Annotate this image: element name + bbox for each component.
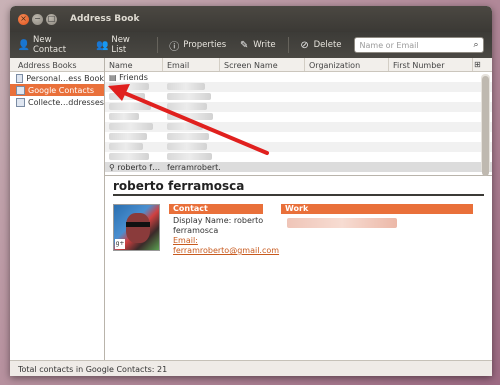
column-first-number[interactable]: First Number	[389, 58, 473, 71]
content-area: Address Books Personal…ess Book Google C…	[10, 58, 492, 360]
new-list-icon: 👥	[96, 39, 109, 51]
contact-section-body: Display Name: roberto ferramosca Email: …	[173, 216, 279, 256]
display-name-line2: ferramosca	[173, 226, 219, 235]
list-item[interactable]	[105, 102, 492, 112]
list-item[interactable]	[105, 132, 492, 142]
address-book-icon	[16, 85, 25, 95]
properties-label: Properties	[183, 40, 227, 50]
maximize-window-icon[interactable]: □	[46, 13, 57, 25]
delete-icon: ⊘	[300, 39, 309, 51]
list-scrollbar[interactable]	[481, 74, 490, 176]
delete-button[interactable]: ⊘ Delete	[299, 39, 342, 51]
column-headers: Name Email Screen Name Organization Firs…	[105, 58, 492, 72]
properties-button[interactable]: ⓘ Properties	[168, 39, 227, 53]
title-bar: × − □ Address Book	[10, 6, 492, 32]
main-pane: Name Email Screen Name Organization Firs…	[105, 58, 492, 360]
column-name[interactable]: Name	[105, 58, 163, 71]
status-bar: Total contacts in Google Contacts: 21	[10, 360, 492, 376]
delete-label: Delete	[313, 40, 342, 50]
google-plus-icon: g+	[115, 239, 125, 249]
toolbar-separator	[287, 37, 289, 53]
friends-row-label: Friends	[119, 72, 148, 82]
sidebar-item-personal[interactable]: Personal…ess Book	[10, 72, 104, 84]
column-picker-icon[interactable]: ⊞	[473, 58, 483, 71]
contact-icon: ⚲	[109, 162, 115, 172]
column-email[interactable]: Email	[163, 58, 220, 71]
address-books-sidebar: Address Books Personal…ess Book Google C…	[10, 58, 105, 360]
selected-row-email: ferramrobert…	[167, 162, 220, 172]
new-list-button[interactable]: 👥 New List	[96, 35, 145, 55]
toolbar-separator	[157, 37, 159, 53]
list-item[interactable]	[105, 112, 492, 122]
contact-detail-pane: roberto ferramosca g+ Contact Work Displ…	[105, 176, 492, 360]
new-contact-icon: 👤	[17, 39, 31, 51]
column-screen-name[interactable]: Screen Name	[220, 58, 305, 71]
sidebar-item-label: Google Contacts	[28, 85, 95, 95]
contact-name-heading: roberto ferramosca	[113, 176, 484, 196]
address-book-window: × − □ Address Book 👤 New Contact 👥 New L…	[10, 6, 492, 376]
contact-photo: g+	[113, 204, 160, 251]
column-organization[interactable]: Organization	[305, 58, 389, 71]
list-item[interactable]	[105, 122, 492, 132]
work-section-header: Work	[281, 204, 473, 214]
contact-photo-face	[126, 213, 150, 243]
toolbar: 👤 New Contact 👥 New List ⓘ Properties ✎ …	[10, 32, 492, 58]
write-button[interactable]: ✎ Write	[238, 39, 276, 51]
search-placeholder: Name or Email	[359, 40, 419, 50]
work-info-blurred	[287, 218, 397, 228]
selected-contact-row[interactable]: ⚲ roberto f… ferramrobert…	[105, 162, 492, 172]
list-item[interactable]	[105, 82, 492, 92]
contacts-list: Name Email Screen Name Organization Firs…	[105, 58, 492, 176]
search-icon[interactable]: ⌕	[469, 40, 483, 50]
pencil-icon: ✎	[239, 39, 249, 51]
contact-photo-glasses	[126, 222, 150, 227]
new-list-label: New List	[111, 35, 130, 55]
display-name-line1: Display Name: roberto	[173, 216, 264, 225]
list-item[interactable]	[105, 152, 492, 162]
sidebar-header: Address Books	[10, 58, 104, 72]
search-input[interactable]: Name or Email ⌕	[353, 37, 484, 53]
contact-section-header: Contact	[169, 204, 263, 214]
scrollbar-thumb[interactable]	[482, 76, 489, 176]
minimize-window-icon[interactable]: −	[32, 13, 43, 25]
email-label-link[interactable]: Email:	[173, 236, 198, 245]
sidebar-item-collected[interactable]: Collecte…ddresses	[10, 96, 104, 108]
group-icon: ▤	[109, 72, 117, 82]
address-book-icon	[16, 73, 24, 83]
new-contact-button[interactable]: 👤 New Contact	[18, 35, 84, 55]
list-item[interactable]: ▤ Friends	[105, 72, 492, 82]
window-title: Address Book	[70, 14, 140, 24]
address-book-icon	[16, 97, 25, 107]
sidebar-item-label: Personal…ess Book	[26, 73, 104, 83]
new-contact-label: New Contact	[33, 35, 67, 55]
selected-row-name: roberto f…	[117, 162, 161, 172]
info-icon: ⓘ	[169, 41, 180, 53]
sidebar-item-google-contacts[interactable]: Google Contacts	[10, 84, 104, 96]
email-link[interactable]: ferramroberto@gmail.com	[173, 246, 279, 255]
sidebar-item-label: Collecte…ddresses	[28, 97, 104, 107]
list-item[interactable]	[105, 142, 492, 152]
list-item[interactable]	[105, 92, 492, 102]
write-label: Write	[253, 40, 276, 50]
close-window-icon[interactable]: ×	[18, 13, 29, 25]
